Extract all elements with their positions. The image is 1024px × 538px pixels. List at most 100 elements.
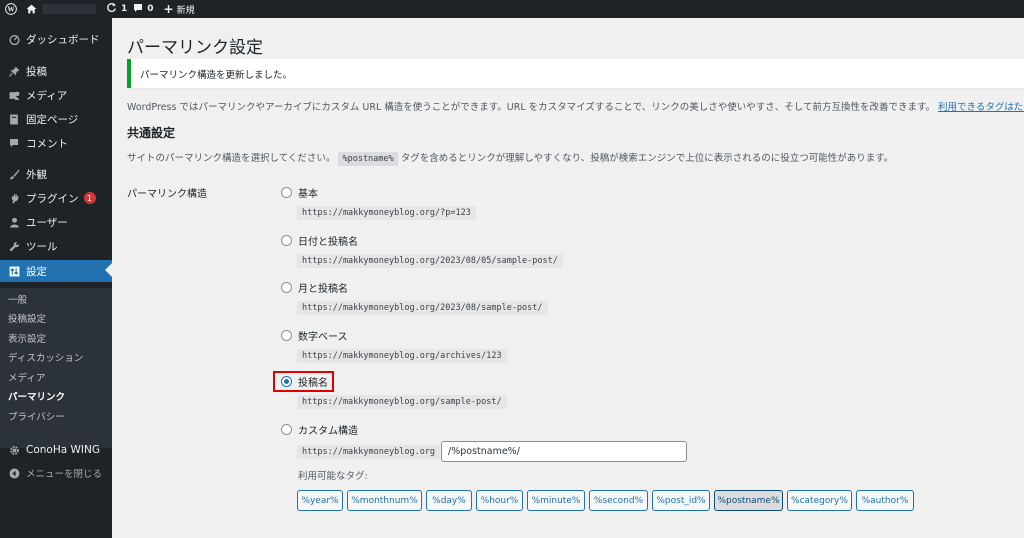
- option-label-plain[interactable]: 基本: [298, 185, 318, 200]
- submenu-item-privacy[interactable]: プライバシー: [8, 409, 65, 423]
- plus-icon: +: [163, 2, 174, 16]
- option-label-day-and-name[interactable]: 日付と投稿名: [298, 233, 358, 248]
- user-icon: [4, 217, 24, 228]
- admin-sidebar: ダッシュボード 投稿 メディア 固定ページ コメント 外観 プラグイン 1 ユー…: [0, 18, 112, 538]
- home-icon[interactable]: [22, 0, 40, 18]
- url-example-month-and-name: https://makkymoneyblog.org/2023/08/sampl…: [297, 301, 548, 315]
- sidebar-item-settings[interactable]: 設定: [0, 260, 112, 282]
- media-icon: [4, 90, 24, 101]
- tag-button-hour[interactable]: %hour%: [476, 490, 523, 511]
- section-title: 共通設定: [127, 126, 176, 140]
- section-desc-text: サイトのパーマリンク構造を選択してください。: [127, 153, 336, 164]
- pin-icon: [4, 66, 24, 77]
- updates-icon: [106, 2, 117, 16]
- admin-bar: W 1 0 + 新規: [0, 0, 1024, 18]
- sidebar-item-label: ユーザー: [26, 216, 68, 229]
- url-example-numeric: https://makkymoneyblog.org/archives/123: [297, 349, 507, 363]
- collapse-menu-button[interactable]: メニューを閉じる: [0, 463, 112, 483]
- sidebar-item-label: ConoHa WING: [26, 444, 100, 456]
- plugin-update-badge: 1: [83, 192, 96, 204]
- tag-button-day[interactable]: %day%: [426, 490, 472, 511]
- radio-day-and-name[interactable]: [281, 235, 292, 246]
- sidebar-item-plugins[interactable]: プラグイン 1: [0, 188, 112, 208]
- url-example-post-name: https://makkymoneyblog.org/sample-post/: [297, 395, 507, 409]
- notice-text: パーマリンク構造を更新しました。: [140, 69, 293, 81]
- sidebar-item-label: 固定ページ: [26, 113, 79, 126]
- sidebar-item-label: 投稿: [26, 65, 47, 78]
- sidebar-item-label: 設定: [26, 265, 47, 278]
- new-content-link[interactable]: + 新規: [160, 0, 195, 18]
- radio-plain[interactable]: [281, 187, 292, 198]
- url-example-plain: https://makkymoneyblog.org/?p=123: [297, 206, 476, 220]
- comment-icon: [133, 3, 143, 16]
- page-icon: [4, 114, 24, 125]
- updates-link[interactable]: 1: [106, 0, 133, 18]
- postname-code: %postname%: [338, 152, 398, 166]
- option-label-post-name[interactable]: 投稿名: [298, 374, 328, 389]
- submenu-item-general[interactable]: 一般: [8, 292, 27, 306]
- option-label-numeric[interactable]: 数字ベース: [298, 328, 348, 343]
- tag-button-minute[interactable]: %minute%: [527, 490, 585, 511]
- radio-post-name[interactable]: [281, 376, 292, 387]
- custom-structure-value: /%postname%/: [448, 446, 520, 457]
- submenu-item-permalinks[interactable]: パーマリンク: [8, 389, 65, 403]
- submenu-item-writing[interactable]: 投稿設定: [8, 311, 46, 325]
- svg-text:W: W: [7, 6, 15, 14]
- sidebar-item-users[interactable]: ユーザー: [0, 212, 112, 232]
- permalink-structure-label: パーマリンク構造: [127, 189, 207, 200]
- radio-numeric[interactable]: [281, 330, 292, 341]
- tag-button-year[interactable]: %year%: [297, 490, 343, 511]
- submenu-item-media[interactable]: メディア: [8, 370, 45, 384]
- brush-icon: [4, 169, 24, 180]
- sidebar-item-label: コメント: [26, 137, 68, 150]
- tag-button-postname[interactable]: %postname%: [714, 490, 783, 511]
- sidebar-item-label: ツール: [26, 240, 58, 253]
- radio-month-and-name[interactable]: [281, 282, 292, 293]
- available-tags-label: 利用可能なタグ:: [298, 471, 368, 482]
- comments-count: 0: [147, 4, 154, 14]
- section-desc-text-2: タグを含めるとリンクが理解しやすくなり、投稿が検索エンジンで上位に表示されるのに…: [400, 153, 894, 164]
- submenu-item-reading[interactable]: 表示設定: [8, 331, 46, 345]
- sidebar-item-dashboard[interactable]: ダッシュボード: [0, 29, 112, 49]
- sidebar-item-appearance[interactable]: 外観: [0, 164, 112, 184]
- success-notice: パーマリンク構造を更新しました。: [127, 59, 1024, 88]
- available-tags-link[interactable]: 利用できるタグはたくさんあり: [938, 102, 1024, 113]
- gear-icon: [4, 445, 24, 456]
- sidebar-item-tools[interactable]: ツール: [0, 236, 112, 256]
- sidebar-item-label: ダッシュボード: [26, 33, 100, 46]
- sidebar-item-media[interactable]: メディア: [0, 85, 112, 105]
- tag-button-monthnum[interactable]: %monthnum%: [347, 490, 422, 511]
- tag-button-post-id[interactable]: %post_id%: [652, 490, 710, 511]
- custom-structure-input[interactable]: /%postname%/: [441, 441, 687, 462]
- wordpress-logo-icon[interactable]: W: [0, 0, 22, 18]
- wrench-icon: [4, 241, 24, 252]
- sidebar-item-posts[interactable]: 投稿: [0, 61, 112, 81]
- sidebar-item-comments[interactable]: コメント: [0, 133, 112, 153]
- sidebar-item-conoha-wing[interactable]: ConoHa WING: [0, 440, 112, 460]
- collapse-menu-label: メニューを閉じる: [26, 469, 103, 480]
- sidebar-item-pages[interactable]: 固定ページ: [0, 109, 112, 129]
- settings-icon: [4, 266, 24, 277]
- custom-url-prefix: https://makkymoneyblog.org: [297, 445, 441, 459]
- sidebar-item-label: 外観: [26, 168, 47, 181]
- dashboard-icon: [4, 34, 24, 45]
- collapse-arrow-icon: [4, 468, 24, 479]
- tag-button-category[interactable]: %category%: [787, 490, 852, 511]
- sidebar-item-label: メディア: [26, 89, 68, 102]
- intro-paragraph: WordPress ではパーマリンクやアーカイブにカスタム URL 構造を使うこ…: [127, 99, 1024, 113]
- main-content: パーマリンク設定 パーマリンク構造を更新しました。 WordPress ではパー…: [112, 18, 1024, 538]
- comment-icon: [4, 138, 24, 148]
- page-title: パーマリンク設定: [127, 38, 263, 58]
- option-label-month-and-name[interactable]: 月と投稿名: [298, 280, 348, 295]
- new-label: 新規: [176, 5, 195, 16]
- settings-submenu: 一般 投稿設定 表示設定 ディスカッション メディア パーマリンク プライバシー: [0, 288, 112, 448]
- comments-link[interactable]: 0: [133, 0, 159, 18]
- submenu-item-discussion[interactable]: ディスカッション: [8, 350, 83, 364]
- updates-count: 1: [121, 4, 128, 14]
- tag-button-second[interactable]: %second%: [589, 490, 648, 511]
- radio-custom-structure[interactable]: [281, 424, 292, 435]
- site-name-link[interactable]: [42, 4, 96, 14]
- tag-button-author[interactable]: %author%: [856, 490, 914, 511]
- option-label-custom-structure[interactable]: カスタム構造: [298, 422, 358, 437]
- intro-text: WordPress ではパーマリンクやアーカイブにカスタム URL 構造を使うこ…: [127, 102, 935, 113]
